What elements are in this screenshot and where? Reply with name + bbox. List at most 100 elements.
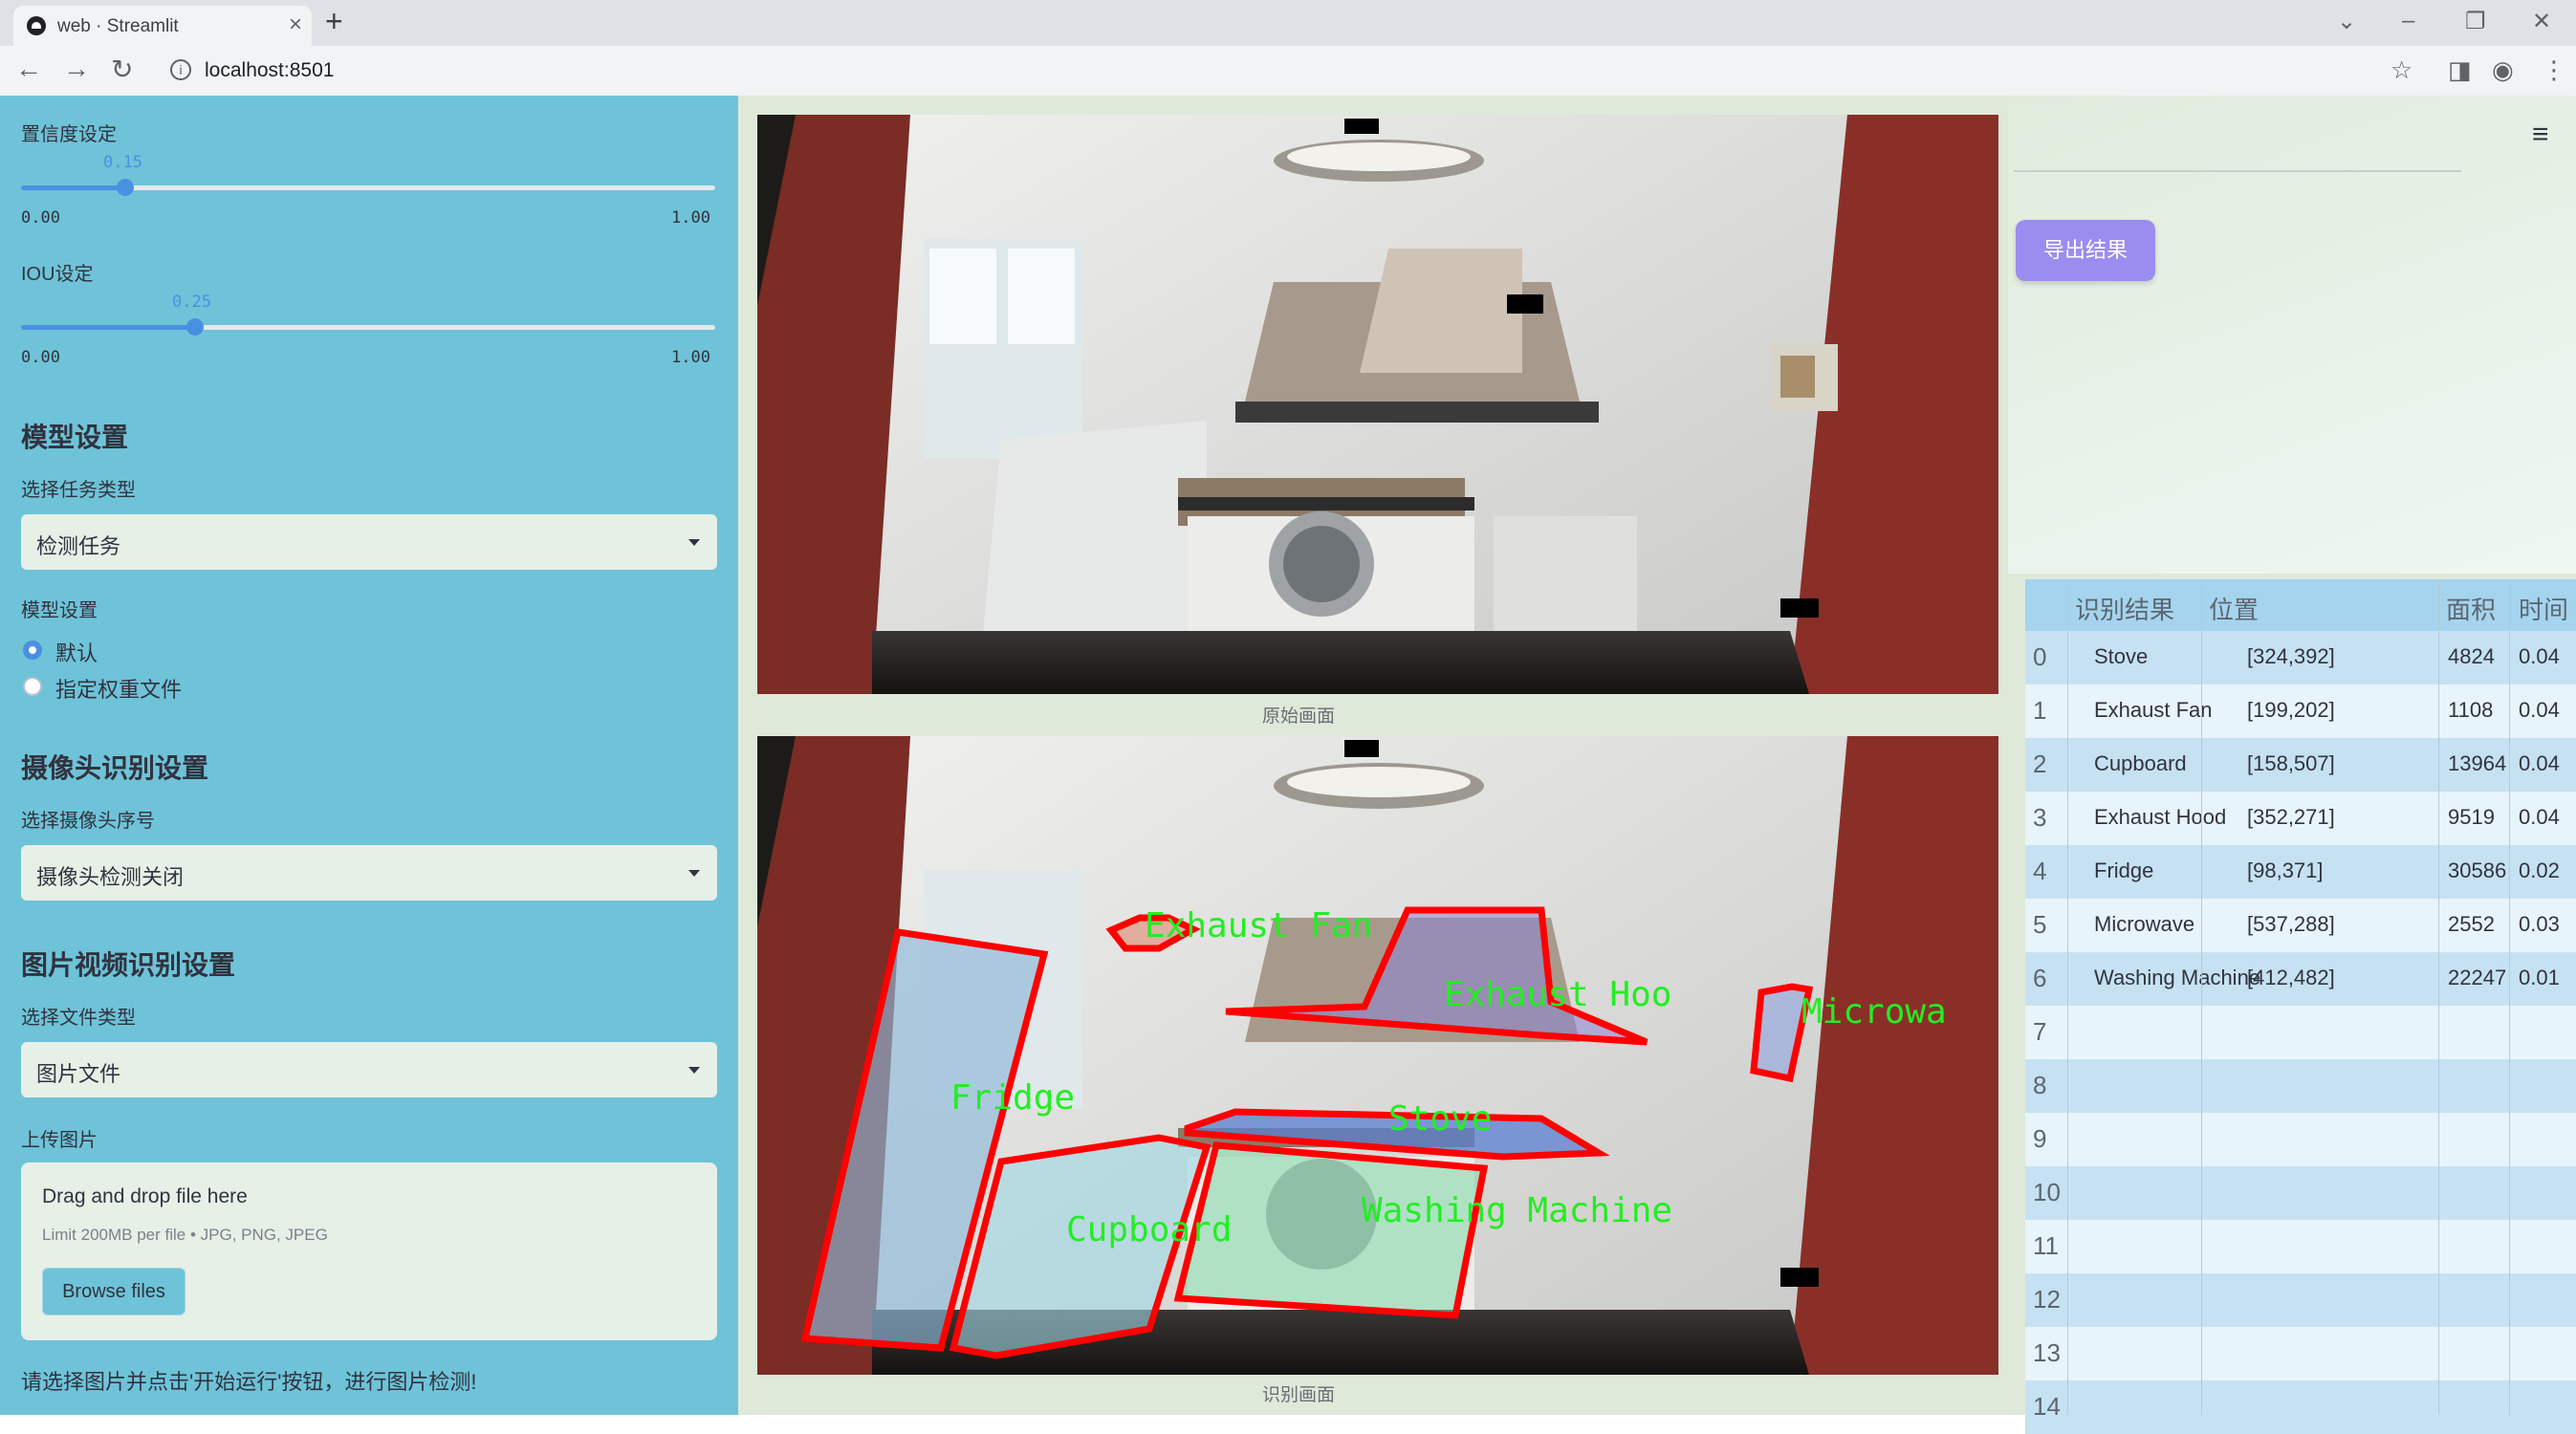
file-type-label: 选择文件类型 [21, 1008, 136, 1029]
bookmark-star-icon[interactable]: ☆ [2390, 55, 2412, 85]
restore-icon[interactable]: ❐ [2465, 8, 2486, 35]
table-row[interactable]: 9 [2025, 1113, 2576, 1166]
dropzone-limit: Limit 200MB per file • JPG, PNG, JPEG [42, 1226, 328, 1244]
confidence-label: 置信度设定 [21, 124, 117, 145]
table-row[interactable]: 6 Washing Machine [412,482] 22247 0.01 [2025, 952, 2576, 1006]
browse-files-button[interactable]: Browse files [42, 1268, 186, 1315]
table-row[interactable]: 11 [2025, 1220, 2576, 1273]
cell-area: 4824 [2448, 644, 2495, 668]
tab-search-chevron-icon[interactable]: ⌄ [2337, 8, 2356, 35]
table-row[interactable]: 8 [2025, 1059, 2576, 1113]
url-text[interactable]: localhost:8501 [205, 59, 334, 82]
iou-value: 0.25 [172, 293, 211, 312]
row-index: 14 [2033, 1392, 2061, 1421]
radio-selected-icon[interactable] [23, 641, 42, 660]
forward-icon[interactable]: → [63, 54, 90, 84]
chevron-down-icon [688, 1067, 700, 1074]
browser-chrome: web · Streamlit × + ⌄ – ❐ ✕ ← → ↻ i loca… [0, 0, 2576, 96]
table-row[interactable]: 2 Cupboard [158,507] 13964 0.04 [2025, 738, 2576, 792]
new-tab-icon[interactable]: + [325, 4, 343, 39]
iou-slider-thumb[interactable] [186, 318, 204, 336]
detection-photo: Exhaust Fan Exhaust Hoo Microwa Fridge S… [757, 736, 1998, 1375]
file-type-select[interactable]: 图片文件 [21, 1042, 717, 1097]
export-results-button[interactable]: 导出结果 [2016, 220, 2155, 281]
cell-result: Cupboard [2094, 751, 2187, 775]
row-index: 9 [2033, 1124, 2047, 1153]
chevron-down-icon [688, 870, 700, 877]
media-section-heading: 图片视频识别设置 [21, 950, 236, 980]
label-cupboard: Cupboard [1066, 1210, 1232, 1249]
cell-time: 0.01 [2519, 966, 2560, 989]
table-row[interactable]: 0 Stove [324,392] 4824 0.04 [2025, 631, 2576, 684]
back-icon[interactable]: ← [15, 54, 42, 84]
label-exhaust-fan: Exhaust Fan [1145, 906, 1372, 945]
cell-area: 22247 [2448, 966, 2507, 989]
dropzone-instructions: Drag and drop file here [42, 1185, 248, 1207]
tab-strip: web · Streamlit × + ⌄ – ❐ ✕ [0, 0, 2576, 46]
reload-icon[interactable]: ↻ [111, 54, 133, 85]
cell-position: [412,482] [2247, 966, 2335, 989]
header-result[interactable]: 识别结果 [2075, 591, 2174, 626]
task-type-select[interactable]: 检测任务 [21, 514, 717, 570]
cell-time: 0.04 [2519, 644, 2560, 668]
camera-select-value: 摄像头检测关闭 [36, 865, 185, 889]
row-index: 12 [2033, 1285, 2061, 1314]
table-row[interactable]: 14 [2025, 1380, 2576, 1434]
task-type-label: 选择任务类型 [21, 480, 136, 501]
table-row[interactable]: 10 [2025, 1166, 2576, 1220]
minimize-icon[interactable]: – [2402, 8, 2414, 34]
table-row[interactable]: 13 [2025, 1327, 2576, 1380]
table-row[interactable]: 1 Exhaust Fan [199,202] 1108 0.04 [2025, 684, 2576, 738]
browser-menu-icon[interactable]: ⋮ [2542, 55, 2566, 85]
cell-result: Exhaust Hood [2094, 805, 2227, 829]
cell-time: 0.04 [2519, 698, 2560, 722]
camera-index-label: 选择摄像头序号 [21, 811, 155, 832]
radio-label-default: 默认 [55, 641, 98, 665]
cell-position: [158,507] [2247, 751, 2335, 775]
browser-tab[interactable]: web · Streamlit × [13, 6, 312, 46]
cell-area: 1108 [2448, 698, 2494, 722]
row-index: 8 [2033, 1071, 2047, 1099]
cell-time: 0.04 [2519, 805, 2560, 829]
side-panel-icon[interactable]: ◨ [2448, 55, 2472, 85]
table-header: 识别结果 位置 面积 时间 [2025, 579, 2576, 631]
iou-slider[interactable] [21, 318, 715, 336]
row-index: 6 [2033, 964, 2047, 992]
header-time[interactable]: 时间 [2519, 591, 2568, 626]
profile-avatar-icon[interactable]: ◉ [2492, 55, 2514, 85]
row-index: 3 [2033, 803, 2047, 832]
table-row[interactable]: 4 Fridge [98,371] 30586 0.02 [2025, 845, 2576, 899]
confidence-max: 1.00 [671, 208, 710, 228]
header-position[interactable]: 位置 [2209, 591, 2259, 626]
confidence-slider-thumb[interactable] [116, 179, 134, 196]
address-bar-row: ← → ↻ i localhost:8501 ☆ ◨ ◉ ⋮ [0, 46, 2576, 96]
divider [2014, 170, 2461, 172]
task-type-value: 检测任务 [36, 534, 121, 558]
upload-label: 上传图片 [21, 1130, 98, 1151]
file-type-value: 图片文件 [36, 1062, 121, 1086]
cell-position: [199,202] [2247, 698, 2335, 722]
radio-unselected-icon[interactable] [23, 677, 42, 696]
hamburger-icon[interactable]: ≡ [2532, 119, 2549, 151]
address-bar[interactable]: i localhost:8501 [157, 52, 2463, 90]
label-washing-machine: Washing Machine [1362, 1191, 1672, 1230]
label-microwave: Microwa [1801, 992, 1947, 1032]
row-index: 11 [2033, 1231, 2059, 1260]
cell-area: 13964 [2448, 751, 2507, 775]
table-row[interactable]: 12 [2025, 1273, 2576, 1327]
instruction-text: 请选择图片并点击'开始运行'按钮，进行图片检测! [21, 1370, 477, 1394]
table-row[interactable]: 7 [2025, 1006, 2576, 1059]
model-section-heading: 模型设置 [21, 423, 129, 452]
header-area[interactable]: 面积 [2446, 591, 2496, 626]
confidence-slider[interactable] [21, 179, 715, 196]
close-tab-icon[interactable]: × [289, 11, 302, 38]
camera-select[interactable]: 摄像头检测关闭 [21, 845, 717, 901]
table-row[interactable]: 5 Microwave [537,288] 2552 0.03 [2025, 899, 2576, 952]
streamlit-favicon-icon [27, 16, 46, 35]
file-dropzone[interactable]: Drag and drop file here Limit 200MB per … [21, 1162, 717, 1340]
site-info-icon[interactable]: i [170, 59, 191, 80]
close-window-icon[interactable]: ✕ [2532, 8, 2551, 35]
table-row[interactable]: 3 Exhaust Hood [352,271] 9519 0.04 [2025, 792, 2576, 845]
column-divider [2509, 579, 2510, 1415]
column-divider [2067, 579, 2068, 1415]
